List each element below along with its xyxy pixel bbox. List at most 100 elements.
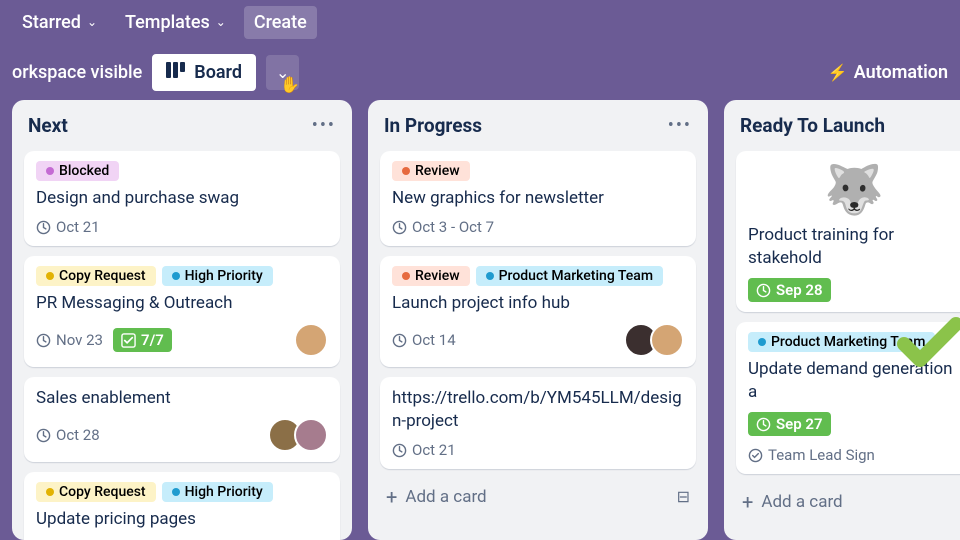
label-text: Copy Request bbox=[59, 484, 146, 500]
list-header: Next ••• bbox=[24, 112, 340, 141]
checkmark-sticker-icon bbox=[894, 312, 960, 372]
list: In Progress ••• ReviewNew graphics for new… bbox=[368, 100, 708, 540]
board-view-switcher[interactable]: ⌄ ✋ bbox=[266, 55, 299, 90]
card[interactable]: ReviewNew graphics for newsletterOct 3 -… bbox=[380, 151, 696, 246]
label-dot-icon bbox=[758, 338, 766, 346]
due-date-text: Oct 28 bbox=[56, 426, 100, 444]
card-members bbox=[632, 323, 684, 357]
board-header: orkspace visible Board ⌄ ✋ ⚡ Automation bbox=[0, 44, 960, 100]
list-title[interactable]: In Progress bbox=[384, 114, 482, 137]
add-card-button[interactable]: + Add a card bbox=[736, 484, 960, 520]
label[interactable]: Copy Request bbox=[36, 482, 156, 502]
chevron-down-icon: ⌄ bbox=[216, 15, 226, 29]
due-date-badge[interactable]: Oct 14 bbox=[392, 331, 456, 349]
label-dot-icon bbox=[172, 488, 180, 496]
list-header: Ready To Launch bbox=[736, 112, 960, 141]
card-meta-row: Sep 28 bbox=[748, 278, 960, 302]
due-date-badge[interactable]: Oct 3 - Oct 7 bbox=[392, 218, 494, 236]
due-date-text: Oct 21 bbox=[412, 441, 456, 459]
clock-icon bbox=[392, 331, 407, 349]
add-card-label: Add a card bbox=[761, 492, 842, 512]
automation-button[interactable]: ⚡ Automation bbox=[828, 62, 948, 83]
label[interactable]: High Priority bbox=[162, 266, 273, 286]
avatar[interactable] bbox=[294, 323, 328, 357]
plus-icon: + bbox=[386, 485, 397, 509]
due-date-badge[interactable]: Oct 21 bbox=[36, 218, 100, 236]
card[interactable]: Sales enablement Oct 28 bbox=[24, 377, 340, 462]
list-menu-button[interactable]: ••• bbox=[668, 115, 692, 136]
card-meta-row: Oct 21 bbox=[36, 218, 328, 236]
card-template-icon[interactable]: ⊟ bbox=[677, 487, 690, 506]
card-meta-row: Nov 23 7/7 bbox=[36, 323, 328, 357]
card[interactable]: BlockedDesign and purchase swagOct 21 bbox=[24, 151, 340, 246]
circle-check-icon bbox=[748, 446, 763, 464]
label[interactable]: Review bbox=[392, 161, 470, 181]
due-date-badge[interactable]: Oct 21 bbox=[392, 441, 456, 459]
avatar[interactable] bbox=[294, 418, 328, 452]
card[interactable]: Product Marketing TeamUpdate demand gene… bbox=[736, 322, 960, 474]
card[interactable]: Copy RequestHigh PriorityPR Messaging & … bbox=[24, 256, 340, 367]
label-dot-icon bbox=[486, 272, 494, 280]
label-text: High Priority bbox=[185, 268, 263, 284]
checklist-icon bbox=[121, 331, 136, 349]
label[interactable]: Review bbox=[392, 266, 470, 286]
due-date-text: Oct 3 - Oct 7 bbox=[412, 218, 494, 236]
chevron-down-icon: ⌄ bbox=[87, 15, 97, 29]
card[interactable]: Copy RequestHigh PriorityUpdate pricing … bbox=[24, 472, 340, 540]
due-date-badge[interactable]: Nov 23 bbox=[36, 331, 103, 349]
list: Next ••• BlockedDesign and purchase swagOc… bbox=[12, 100, 352, 540]
card-meta-row: Oct 3 - Oct 7 bbox=[392, 218, 684, 236]
create-button[interactable]: Create bbox=[244, 6, 317, 39]
bolt-icon: ⚡ bbox=[828, 63, 848, 82]
label-text: Review bbox=[415, 268, 460, 284]
templates-menu[interactable]: Templates ⌄ bbox=[115, 6, 236, 39]
due-date-badge[interactable]: Sep 28 bbox=[748, 278, 831, 302]
card-title: Sales enablement bbox=[36, 387, 328, 410]
card-members bbox=[276, 418, 328, 452]
checklist-badge[interactable]: 7/7 bbox=[113, 328, 172, 352]
label-text: Product Marketing Team bbox=[499, 268, 653, 284]
label-text: Review bbox=[415, 163, 460, 179]
label-dot-icon bbox=[46, 272, 54, 280]
cursor-pointer-icon: ✋ bbox=[280, 75, 300, 94]
label-dot-icon bbox=[46, 488, 54, 496]
label[interactable]: High Priority bbox=[162, 482, 273, 502]
clock-icon bbox=[36, 331, 51, 349]
due-date-text: Nov 23 bbox=[56, 331, 103, 349]
top-navbar: Starred ⌄ Templates ⌄ Create bbox=[0, 0, 960, 44]
label[interactable]: Product Marketing Team bbox=[476, 266, 663, 286]
list: Ready To Launch 🐺Product training for sta… bbox=[724, 100, 960, 540]
board-view-label: Board bbox=[194, 62, 242, 83]
clock-icon bbox=[392, 441, 407, 459]
workspace-visibility[interactable]: orkspace visible bbox=[12, 62, 142, 83]
list-title[interactable]: Ready To Launch bbox=[740, 114, 885, 137]
label-dot-icon bbox=[172, 272, 180, 280]
label-text: High Priority bbox=[185, 484, 263, 500]
automation-label: Automation bbox=[854, 62, 948, 83]
label-dot-icon bbox=[402, 272, 410, 280]
label-dot-icon bbox=[402, 167, 410, 175]
card[interactable]: https://trello.com/b/YM545LLM/design-pro… bbox=[380, 377, 696, 469]
card[interactable]: 🐺Product training for stakeholdSep 28 bbox=[736, 151, 960, 312]
due-date-badge[interactable]: Sep 27 bbox=[748, 412, 831, 436]
label[interactable]: Copy Request bbox=[36, 266, 156, 286]
extra-meta: Team Lead Sign bbox=[748, 446, 875, 464]
card-labels: Review bbox=[392, 161, 684, 181]
avatar[interactable] bbox=[650, 323, 684, 357]
card-meta-row: Oct 14 bbox=[392, 323, 684, 357]
add-card-button[interactable]: +Add a card⊟ bbox=[380, 479, 696, 515]
card[interactable]: ReviewProduct Marketing TeamLaunch proje… bbox=[380, 256, 696, 367]
list-menu-button[interactable]: ••• bbox=[312, 115, 336, 136]
due-date-text: Oct 21 bbox=[56, 218, 100, 236]
list-title[interactable]: Next bbox=[28, 114, 68, 137]
clock-icon bbox=[756, 415, 771, 433]
card-meta-row: Sep 27 Team Lead Sign bbox=[748, 412, 960, 464]
board-canvas: Next ••• BlockedDesign and purchase swagOc… bbox=[0, 100, 960, 540]
starred-menu[interactable]: Starred ⌄ bbox=[12, 6, 107, 39]
due-date-text: Sep 27 bbox=[776, 415, 823, 433]
board-view-button[interactable]: Board bbox=[152, 54, 256, 91]
plus-icon: + bbox=[742, 490, 753, 514]
due-date-badge[interactable]: Oct 28 bbox=[36, 426, 100, 444]
label[interactable]: Blocked bbox=[36, 161, 119, 181]
husky-sticker-icon: 🐺 bbox=[748, 161, 960, 218]
